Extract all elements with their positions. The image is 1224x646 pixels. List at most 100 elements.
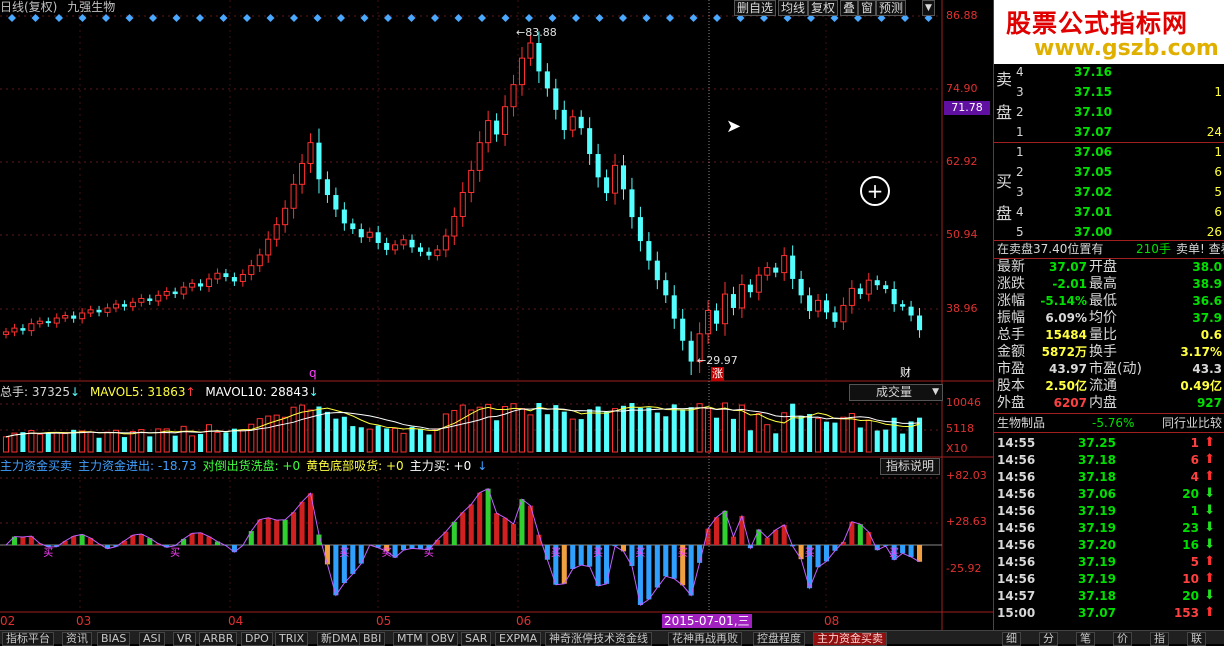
kline-chart-area[interactable]: 买买买买买买买买买买买 日线(复权) 九强生物 删自选均线复权叠窗预测▼ ←83… — [0, 0, 993, 630]
sector-compare-button[interactable]: 同行业比较 — [1162, 414, 1222, 432]
bottom-tab[interactable]: DPO — [241, 632, 273, 646]
indicator-bar — [545, 545, 550, 560]
indicator-bar — [494, 513, 499, 545]
chart-header: 日线(复权) 九强生物 — [0, 0, 115, 14]
bids-row[interactable]: 337.025 — [994, 183, 1224, 201]
quote-label: 市盈 — [997, 360, 1025, 378]
volume-bar — [46, 432, 51, 452]
tick-time: 14:56 — [997, 570, 1035, 588]
indicator-help-button[interactable]: 指标说明 — [880, 458, 940, 475]
toolbar-button[interactable]: 预测 — [876, 0, 906, 16]
candle-body — [731, 294, 736, 308]
bottom-tab[interactable]: TRIX — [275, 632, 308, 646]
indicator-legend: 主力资金买卖主力资金进出: -18.73对倒出货洗盘: +0黄色底部吸货: +0… — [0, 459, 487, 473]
alert-bar[interactable]: 在卖盘37.40位置有 210手 卖单! 查看详 — [994, 240, 1224, 258]
volume-bar — [460, 405, 465, 452]
bottom-tab[interactable]: 资讯 — [62, 632, 92, 646]
price-axis-label: 62.92 — [946, 156, 978, 168]
tick-row: 14:5637.195⬆ — [994, 553, 1224, 571]
volume-bar — [756, 414, 761, 453]
bottom-right-tab[interactable]: 联 — [1187, 632, 1206, 646]
bids-level: 1 — [1016, 143, 1024, 161]
tick-volume: 1 — [1191, 434, 1199, 452]
tick-price: 37.19 — [1078, 502, 1116, 520]
candle-body — [291, 184, 296, 208]
bottom-tab[interactable]: 新DMA — [317, 632, 362, 646]
bottom-tab[interactable]: MTM — [393, 632, 427, 646]
volume-bar — [97, 438, 102, 452]
indicator-bar — [460, 512, 465, 545]
volume-bar — [621, 406, 626, 452]
bids-row[interactable]: 237.056 — [994, 163, 1224, 181]
toolbar-button[interactable]: 均线 — [778, 0, 808, 16]
candle-body — [409, 240, 414, 248]
alert-detail: 卖单! 查看详 — [1176, 240, 1224, 258]
bottom-tab[interactable]: 花神再战再败 — [668, 632, 742, 646]
toolbar-dropdown-icon[interactable]: ▼ — [922, 0, 935, 16]
volume-bar — [223, 432, 228, 452]
sector-row[interactable]: 生物制品 -5.76% 同行业比较 — [994, 414, 1224, 432]
toolbar-button[interactable]: 删自选 — [734, 0, 776, 16]
bottom-right-tab[interactable]: 笔 — [1076, 632, 1095, 646]
candle-body — [596, 154, 601, 177]
volume-bar — [190, 436, 195, 452]
volume-bar — [892, 418, 897, 452]
signal-diamond-icon — [408, 14, 416, 22]
asks-row[interactable]: 437.16 — [994, 63, 1224, 81]
volume-bar — [612, 409, 617, 452]
signal-diamond-icon — [666, 14, 674, 22]
sector-name: 生物制品 — [997, 414, 1045, 432]
volume-bar — [105, 432, 110, 452]
asks-row[interactable]: 337.151 — [994, 83, 1224, 101]
candle-body — [892, 289, 897, 304]
bottom-right-tab[interactable]: 价 — [1113, 632, 1132, 646]
volume-bar — [638, 408, 643, 452]
bottom-tab[interactable]: OBV — [427, 632, 458, 646]
asks-row[interactable]: 237.10 — [994, 103, 1224, 121]
x-axis-label: 06 — [516, 614, 531, 628]
toolbar-button[interactable]: 窗 — [858, 0, 876, 16]
bids-row[interactable]: 537.0026 — [994, 223, 1224, 241]
toolbar-button[interactable]: 复权 — [808, 0, 838, 16]
candle-body — [807, 295, 812, 311]
volume-bar — [731, 419, 736, 452]
asks-row[interactable]: 137.0724 — [994, 123, 1224, 141]
tick-row: 14:5637.0620⬇ — [994, 485, 1224, 503]
quote-label: 振幅 — [997, 309, 1025, 327]
indicator-bar — [765, 538, 770, 545]
volume-bar — [206, 425, 211, 452]
signal-diamond-icon — [361, 14, 369, 22]
candle-body — [900, 304, 905, 307]
tick-row: 14:5637.2016⬇ — [994, 536, 1224, 554]
down-arrow-icon: ⬇ — [1204, 587, 1215, 605]
bids-row[interactable]: 437.016 — [994, 203, 1224, 221]
candle-body — [917, 316, 922, 331]
bottom-tab[interactable]: BBI — [359, 632, 385, 646]
bottom-tab[interactable]: VR — [173, 632, 196, 646]
indicator-selector[interactable]: 成交量 ▼ — [849, 384, 943, 401]
bottom-tab[interactable]: 指标平台 — [2, 632, 54, 646]
bottom-tab[interactable]: 控盘程度 — [753, 632, 805, 646]
bids-row[interactable]: 137.061 — [994, 143, 1224, 161]
toolbar-button[interactable]: 叠 — [840, 0, 858, 16]
chart-canvas[interactable]: 买买买买买买买买买买买 — [0, 0, 993, 630]
bottom-tab[interactable]: BIAS — [97, 632, 130, 646]
volume-bar — [426, 435, 431, 453]
bottom-right-tab[interactable]: 分 — [1039, 632, 1058, 646]
volume-bar — [215, 432, 220, 452]
volume-bar — [494, 420, 499, 452]
candle-body — [283, 208, 288, 224]
candle-body — [536, 43, 541, 71]
bottom-tab[interactable]: SAR — [461, 632, 491, 646]
bottom-tab[interactable]: 主力资金买卖 — [813, 632, 887, 646]
tick-time: 14:56 — [997, 502, 1035, 520]
bottom-tab[interactable]: ASI — [139, 632, 165, 646]
bottom-right-tab[interactable]: 指 — [1150, 632, 1169, 646]
volume-bar — [401, 433, 406, 452]
candle-body — [206, 279, 211, 287]
volume-bar — [714, 418, 719, 452]
bottom-right-tab[interactable]: 细 — [1002, 632, 1021, 646]
bottom-tab[interactable]: EXPMA — [495, 632, 541, 646]
bottom-tab[interactable]: 神奇涨停技术资金线 — [545, 632, 652, 646]
bottom-tab[interactable]: ARBR — [199, 632, 237, 646]
